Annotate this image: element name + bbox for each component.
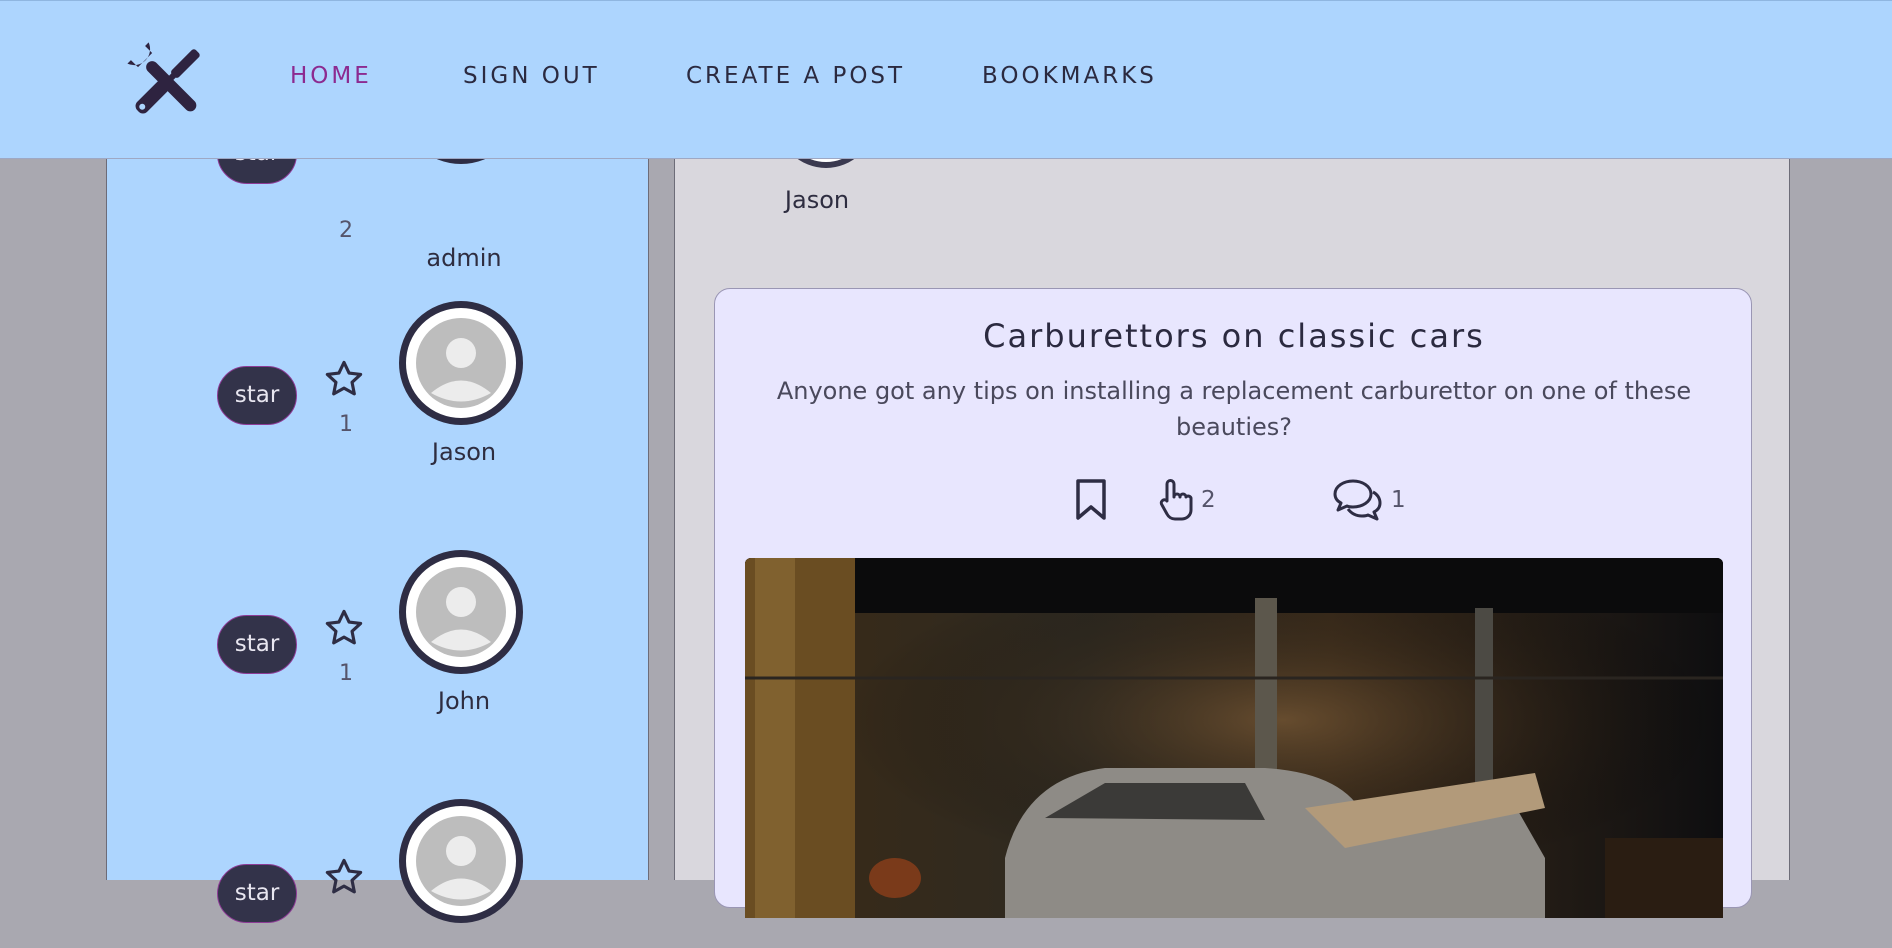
author-name: Jason bbox=[784, 186, 850, 214]
post-card: Carburettors on classic cars Anyone got … bbox=[714, 288, 1753, 918]
user-card-john: star 1 John bbox=[106, 549, 649, 715]
comments-button[interactable]: 1 bbox=[1331, 475, 1406, 525]
like-button[interactable]: 2 bbox=[1159, 475, 1216, 525]
nav-home[interactable]: HOME bbox=[290, 63, 372, 89]
user-card: star bbox=[106, 798, 649, 948]
bookmark-button[interactable] bbox=[1073, 475, 1109, 525]
post-actions: 2 1 bbox=[715, 475, 1753, 525]
like-count: 2 bbox=[1201, 487, 1216, 513]
user-card-jason: star 1 Jason bbox=[106, 300, 649, 466]
pointing-hand-icon bbox=[1159, 479, 1193, 521]
bookmark-icon bbox=[1076, 479, 1106, 520]
comments-icon bbox=[1333, 479, 1382, 521]
post-image[interactable] bbox=[745, 558, 1723, 918]
garage-photo bbox=[745, 558, 1723, 918]
user-name: John bbox=[437, 687, 491, 715]
star-count: 1 bbox=[339, 412, 353, 437]
post-body: Anyone got any tips on installing a repl… bbox=[776, 377, 1692, 441]
nav-sign-out[interactable]: SIGN OUT bbox=[463, 63, 600, 89]
comment-count: 1 bbox=[1391, 487, 1406, 513]
star-count: 1 bbox=[339, 661, 353, 686]
star-outline-icon[interactable] bbox=[323, 607, 365, 649]
avatar[interactable] bbox=[399, 301, 523, 425]
tools-icon[interactable] bbox=[122, 37, 212, 127]
star-button[interactable]: star bbox=[217, 864, 297, 923]
user-name: Jason bbox=[431, 438, 497, 466]
user-name: admin bbox=[426, 244, 502, 272]
navbar: HOME SIGN OUT CREATE A POST BOOKMARKS bbox=[0, 0, 1892, 159]
star-count: 2 bbox=[339, 218, 353, 243]
star-button[interactable]: star bbox=[217, 615, 297, 674]
post-title[interactable]: Carburettors on classic cars bbox=[715, 317, 1753, 355]
avatar[interactable] bbox=[399, 550, 523, 674]
nav-bookmarks[interactable]: BOOKMARKS bbox=[982, 63, 1157, 89]
avatar[interactable] bbox=[399, 799, 523, 923]
star-outline-icon[interactable] bbox=[323, 358, 365, 400]
nav-create-post[interactable]: CREATE A POST bbox=[686, 63, 905, 89]
star-button[interactable]: star bbox=[217, 366, 297, 425]
star-outline-icon[interactable] bbox=[323, 856, 365, 898]
